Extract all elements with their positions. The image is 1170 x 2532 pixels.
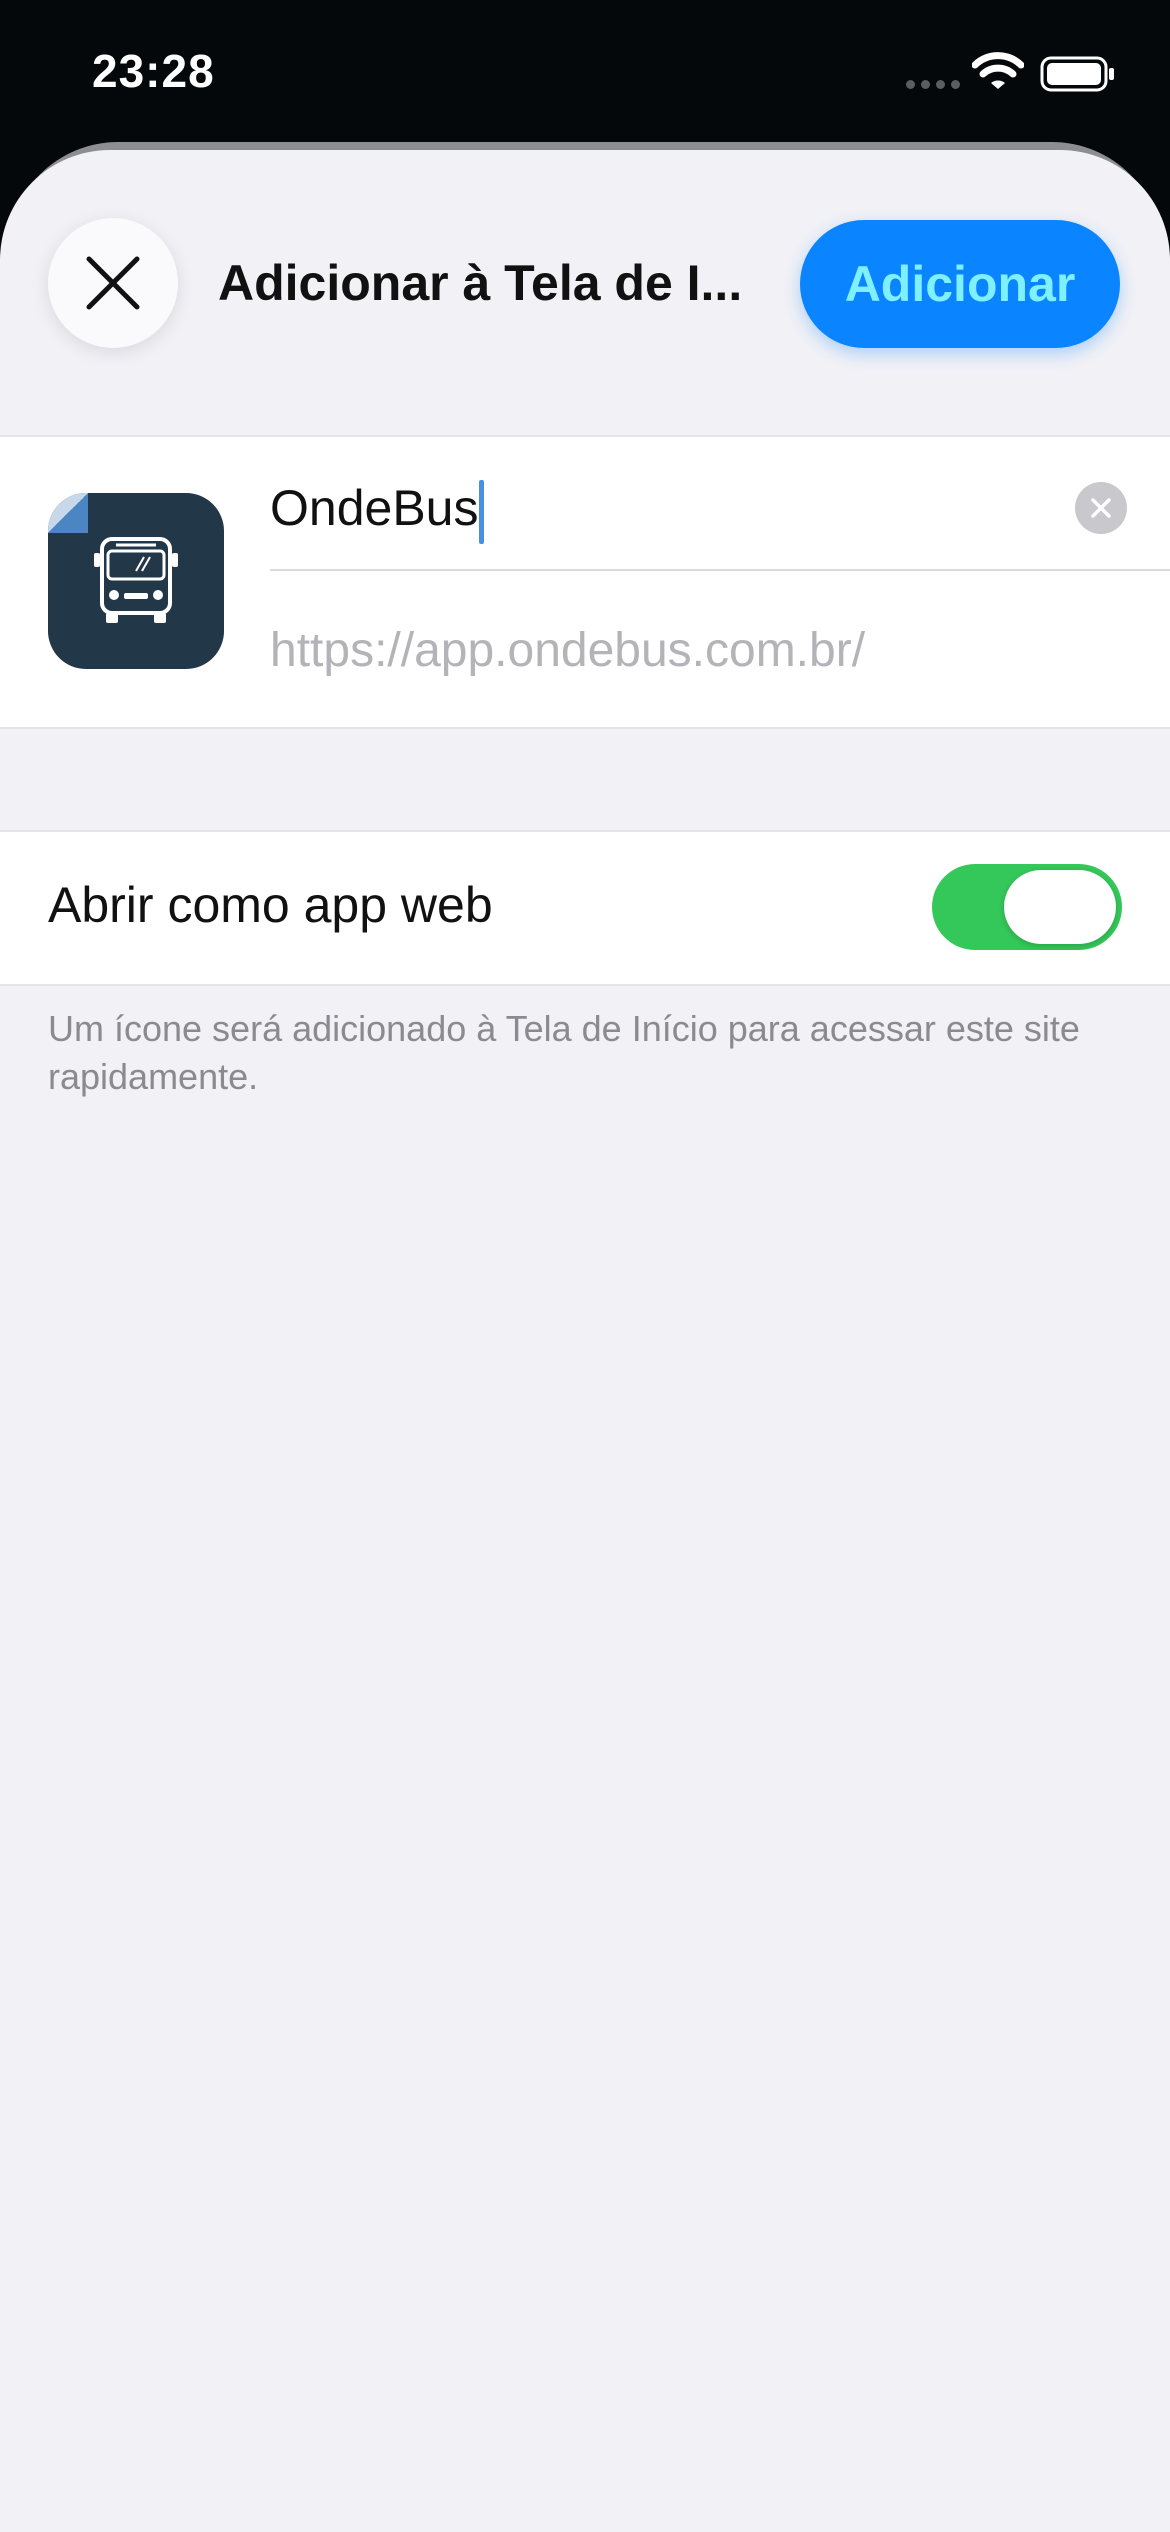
app-icon: [48, 493, 224, 669]
add-button[interactable]: Adicionar: [800, 220, 1120, 348]
name-input-value: OndeBus: [270, 480, 479, 536]
close-icon: [86, 256, 140, 310]
web-app-toggle[interactable]: [932, 864, 1122, 950]
close-button[interactable]: [48, 218, 178, 348]
name-input[interactable]: OndeBus: [270, 473, 485, 544]
shortcut-url: https://app.ondebus.com.br/: [270, 624, 866, 677]
text-caret: [479, 479, 485, 544]
battery-icon: [1040, 56, 1114, 92]
clear-button[interactable]: [1075, 482, 1127, 534]
web-app-row: Abrir como app web: [0, 830, 1170, 986]
signal-dots-icon: [906, 80, 960, 89]
status-time: 23:28: [92, 45, 215, 97]
corner-fold: [48, 493, 88, 533]
footer-note: Um ícone será adicionado à Tela de Iníci…: [48, 1008, 1080, 1097]
clear-icon: [1091, 498, 1111, 518]
shortcut-card: OndeBus https://app.ondebus.com.br/: [0, 435, 1170, 729]
toggle-knob: [1004, 870, 1116, 944]
sheet-title: Adicionar à Tela de I...: [218, 255, 743, 311]
status-bar: 23:28: [0, 0, 1170, 150]
add-to-home-screen-sheet: Adicionar à Tela de I... Adicionar OndeB…: [0, 150, 1170, 2532]
wifi-icon: [972, 52, 1024, 89]
name-field-row: OndeBus: [270, 437, 1170, 571]
web-app-label: Abrir como app web: [48, 877, 493, 933]
bus-icon: [94, 537, 178, 623]
